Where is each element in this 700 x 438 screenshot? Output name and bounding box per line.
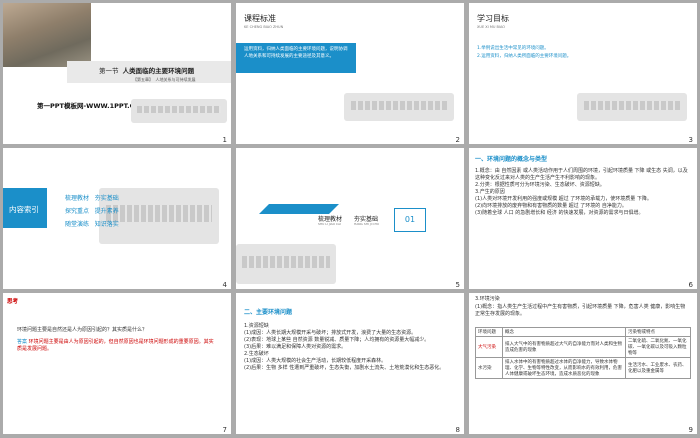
- content-line: (2)表现：地球上某些 自然资源 数量锐减、质量下降；人均拥有的资源量大幅减少。: [244, 337, 430, 343]
- content-line: 2.生态破坏: [244, 351, 269, 357]
- slide-number: 6: [688, 281, 693, 289]
- concept-text: (1)概念：指人类生产生活过程中产生有害物质，引起环境质量 下降，危害人类 健康…: [475, 304, 686, 317]
- keyboard-image: [344, 93, 454, 121]
- section-badge: 01: [394, 208, 426, 232]
- question-text: 环境问题主要是自然还是人为原因引起的？其实质是什么？: [17, 327, 148, 333]
- slide-1-thumbnail[interactable]: 第一节 人类面临的主要环境问题 【第五章】 人地关系与可持续发展 第一PPT模板…: [3, 3, 231, 144]
- table-row: 水污染 排入水体中的有害物质超过水体的自净能力，导致水体物理、化学、生物等特性改…: [475, 357, 691, 379]
- index-link[interactable]: 提升素养: [95, 208, 119, 215]
- table-cell: 生活污水、工业废水、农药、化肥以及重金属等: [625, 357, 691, 379]
- slide-number: 2: [455, 136, 460, 144]
- slide-8-thumbnail[interactable]: 二、主要环境问题 1.资源短缺 (1)成因：人类长期大规模开采与破坏；排放式开发…: [236, 293, 464, 434]
- slide-subtitle: XUE XI MU BIAO: [477, 25, 506, 29]
- content-line: (1)人类对环境开发利用的强度或规模 超过 了环境的承载力，使环境质量 下降。: [475, 196, 652, 202]
- keyboard-image: [577, 93, 687, 121]
- slide-7-thumbnail[interactable]: 思考 环境问题主要是自然还是人为原因引起的？其实质是什么？ 答案 环境问题主要是…: [3, 293, 231, 434]
- goal-item: 1.举例说出生活中常见的环境问题。: [477, 46, 549, 51]
- section-pinyin: SHU LI JIAO CAI: [318, 222, 341, 226]
- slide-title: 学习目标: [477, 14, 509, 23]
- slide-title: 人类面临的主要环境问题: [122, 67, 195, 75]
- table-cell: 排入大气中的有害物质超过大气的自净能力而对人类和生物造成危害的现象: [502, 336, 626, 358]
- content-line: (2)后果：生物 多样 性遭到严重破坏，生态失衡，加剧水土流失、土地荒漠化和生态…: [244, 365, 445, 371]
- slide-heading: 二、主要环境问题: [244, 309, 293, 316]
- table-header: 环境问题: [475, 327, 503, 337]
- index-link[interactable]: 探究重点: [65, 208, 89, 215]
- keyboard-image: [131, 99, 227, 123]
- standard-text: 运用资料，归纳人类面临的主要环境问题，说明协调人地关系和可持续发展的主要途径及其…: [244, 47, 348, 59]
- slide-number: 4: [222, 281, 227, 289]
- table-header: 污染物或特点: [625, 327, 691, 337]
- table-cell: 二氧化硫、二氧化氮、一氧化碳、一氧化碳以及可吸入颗粒物等: [625, 336, 691, 358]
- content-line: 1.资源短缺: [244, 323, 269, 329]
- content-line: 2.分类：根据性质可分为环境污染、生态破坏、资源短缺。: [475, 182, 605, 188]
- slide-number: 7: [222, 426, 227, 434]
- goal-item: 2.运用资料，归纳人类所面临的主要环境问题。: [477, 54, 572, 59]
- index-link[interactable]: 夯实基础: [95, 195, 119, 202]
- slide-number: 8: [455, 426, 460, 434]
- city-photo: [3, 3, 91, 67]
- content-line: (3)随着全球 人口 的急剧增长和 经济 的快速发展，对资源的需求与日俱增。: [475, 210, 644, 216]
- content-line: 3.产生的原因: [475, 189, 505, 195]
- slide-subtitle: KE CHENG BIAO ZHUN: [244, 25, 284, 29]
- content-line: (1)成因：人类长期大规模开采与破坏；排放式开发，浪费了大量的生态资源。: [244, 330, 417, 336]
- pollution-table: 环境问题 概念 污染物或特点 大气污染 排入大气中的有害物质超过大气的自净能力而…: [475, 327, 691, 379]
- answer-label: 答案: [17, 339, 28, 345]
- chapter-name: 人地关系与可持续发展: [155, 77, 196, 82]
- slide-heading: 一、环境问题的概念与类型: [475, 156, 548, 163]
- slide-4-thumbnail[interactable]: 内容索引 梳理教材 夯实基础 探究重点 提升素养 随堂演练 知识落实 4: [3, 148, 231, 289]
- content-line: (1)成因：人类大规模的社会生产活动，长期较低程度开采森林。: [244, 358, 387, 364]
- slide-2-thumbnail[interactable]: 课程标准 KE CHENG BIAO ZHUN 运用资料，归纳人类面临的主要环境…: [236, 3, 464, 144]
- slide-number: 1: [222, 136, 227, 144]
- slide-5-thumbnail[interactable]: 梳理教材 SHU LI JIAO CAI 夯实基础 HANG SHI JI CH…: [236, 148, 464, 289]
- answer-text: 环境问题主要是由人为原因引起的，但自然原因也是环境问题形成的重要原因。其实质是发…: [17, 339, 214, 352]
- index-link[interactable]: 随堂演练: [65, 221, 89, 228]
- table-cell: 水污染: [475, 357, 503, 379]
- diagonal-stripe: [259, 204, 339, 214]
- section-intro: 3.环境污染: [475, 296, 500, 302]
- keyboard-image: [236, 244, 336, 284]
- section-pinyin: HANG SHI JI CHU: [354, 222, 380, 226]
- chapter-tag: 【第五章】: [133, 77, 153, 82]
- slide-number: 3: [688, 136, 693, 144]
- table-header-row: 环境问题 概念 污染物或特点: [475, 327, 691, 337]
- table-cell: 排入水体中的有害物质超过水体的自净能力，导致水体物理、化学、生物等特性改变，从而…: [502, 357, 626, 379]
- slide-3-thumbnail[interactable]: 学习目标 XUE XI MU BIAO 1.举例说出生活中常见的环境问题。 2.…: [469, 3, 697, 144]
- table-cell: 大气污染: [475, 336, 503, 358]
- slide-number: 5: [455, 281, 460, 289]
- slide-9-thumbnail[interactable]: 3.环境污染 (1)概念：指人类生产生活过程中产生有害物质，引起环境质量 下降，…: [469, 293, 697, 434]
- index-title: 内容索引: [9, 205, 39, 214]
- index-link[interactable]: 梳理教材: [65, 195, 89, 202]
- index-link[interactable]: 知识落实: [95, 221, 119, 228]
- slide-number: 9: [688, 426, 693, 434]
- section-label: 第一节: [99, 67, 119, 75]
- content-line: (3)后果：难以满足和保障人类对资源的需求。: [244, 344, 347, 350]
- slide-6-thumbnail[interactable]: 一、环境问题的概念与类型 1.概念：由 自然因素 或人类活动作用于人们周围的环境…: [469, 148, 697, 289]
- slide-title: 课程标准: [244, 14, 276, 23]
- content-line: 1.概念：由 自然因素 或人类活动作用于人们周围的环境，引起环境质量 下降 或生…: [475, 168, 688, 181]
- table-header: 概念: [502, 327, 626, 337]
- site-url: 第一PPT模板网-WWW.1PPT.COM: [37, 102, 147, 110]
- table-row: 大气污染 排入大气中的有害物质超过大气的自净能力而对人类和生物造成危害的现象 二…: [475, 336, 691, 358]
- content-line: (2)向环境排放的废弃物和有害物质的数量 超过 了环境的 自净能力。: [475, 203, 627, 209]
- think-tag: 思考: [7, 299, 19, 305]
